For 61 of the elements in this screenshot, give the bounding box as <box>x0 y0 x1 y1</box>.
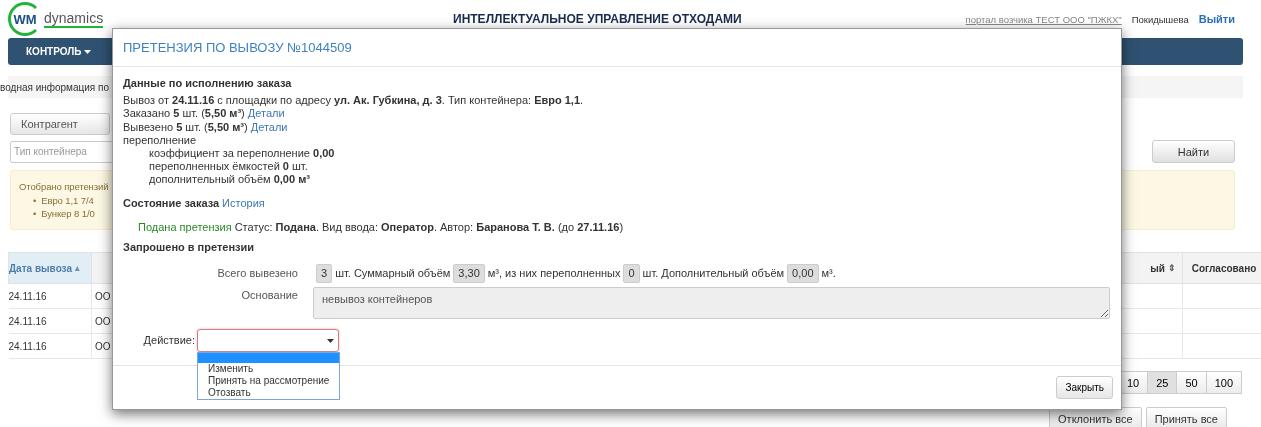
field-label: Всего вывезено <box>216 267 299 281</box>
dropdown-option[interactable]: Изменить <box>198 363 339 376</box>
page-size-button[interactable]: 50 <box>1176 371 1207 394</box>
nav-menu[interactable]: КОНТРОЛЬ <box>26 46 92 57</box>
close-button[interactable]: Закрыть <box>1056 376 1113 399</box>
dropdown-option[interactable]: Принять на рассмотрение <box>198 375 339 388</box>
container-type-field[interactable]: Тип контейнера <box>10 140 114 163</box>
field-text: м³, из них переполненных <box>487 267 621 281</box>
field-text: м³. <box>821 267 836 281</box>
portal-link[interactable]: портал возчика ТЕСТ ООО "ПЖКХ" <box>965 13 1122 25</box>
bullet: • <box>33 194 37 207</box>
alert-text: Отобрано претензий <box>19 180 109 193</box>
details-link[interactable]: Детали <box>247 107 285 121</box>
alert-item: Евро 1,1 7/4 <box>41 194 94 207</box>
status-label: Подана претензия <box>138 220 232 235</box>
bullet: • <box>33 207 37 220</box>
info-text: переполнение <box>123 133 197 147</box>
info-text: коэффициент за переполнение 0,00 <box>149 147 335 161</box>
caret-icon <box>327 338 334 343</box>
field-label: Действие: <box>142 334 196 348</box>
section-heading: Данные по исполнению заказа <box>123 77 293 91</box>
logout-link[interactable]: Выйти <box>1198 13 1235 25</box>
value-field: 0,00 <box>787 264 819 284</box>
value-field: 3 <box>316 264 333 284</box>
search-button[interactable]: Найти <box>1152 140 1235 163</box>
section-heading: Состояние заказа <box>123 196 220 210</box>
info-text: Заказано 5 шт. (5,50 м³) <box>123 107 245 121</box>
blank-option[interactable] <box>198 353 339 364</box>
table-cell: 24.11.16 <box>8 283 92 309</box>
value-field: 0 <box>623 264 640 284</box>
page-size-button[interactable]: 100 <box>1205 371 1242 394</box>
column-header[interactable]: Согласовано <box>1182 252 1261 284</box>
user-name: Покидышева <box>1131 13 1189 25</box>
info-text: Вывезено 5 шт. (5,50 м³) <box>123 120 248 134</box>
field-label: Основание <box>240 288 299 303</box>
sort-icon: ⇕ <box>1168 263 1176 273</box>
alert-item: Бункер 8 1/0 <box>41 207 95 220</box>
page-size-button[interactable]: 25 <box>1147 371 1178 394</box>
column-header[interactable]: Дата вывоза ▴ <box>8 252 92 284</box>
value-field: 3,30 <box>453 264 485 284</box>
info-text: дополнительный объём 0,00 м³ <box>149 173 310 187</box>
accept-all-button[interactable]: Принять все <box>1145 407 1227 427</box>
reason-field[interactable]: невывоз контейнеров <box>313 287 1110 320</box>
field-text: шт. Дополнительный объём <box>642 267 785 281</box>
info-text: Вывоз от 24.11.16 с площадки по адресу ул. Ак. Губкина, д. 3. Тип контейнера: Евро 1,1. <box>123 94 584 108</box>
logo-text: dynamics <box>44 10 104 28</box>
details-link[interactable]: Детали <box>250 120 288 134</box>
table-cell: 24.11.16 <box>8 308 92 334</box>
dialog-title: ПРЕТЕНЗИЯ ПО ВЫВОЗУ №1044509 <box>123 40 352 55</box>
table-cell: 24.11.16 <box>8 333 92 359</box>
sort-icon: ▴ <box>75 263 80 273</box>
section-heading: Запрошено в претензии <box>123 241 256 255</box>
info-text: переполненных ёмкостей 0 шт. <box>149 160 308 174</box>
contractor-dropdown[interactable]: Контрагент <box>10 113 110 135</box>
app-title: ИНТЕЛЛЕКТУАЛЬНОЕ УПРАВЛЕНИЕ ОТХОДАМИ <box>453 12 742 26</box>
field-text: шт. Суммарный объём <box>335 267 451 281</box>
dropdown-option[interactable]: Отозвать <box>198 387 339 400</box>
action-select[interactable] <box>197 329 339 353</box>
breadcrumb-text: водная информация по <box>0 81 110 93</box>
history-link[interactable]: История <box>222 196 265 210</box>
status-text: Статус: Подана. Вид ввода: Оператор. Автор: Баранова Т. В. (до 27.11.16) <box>234 220 624 235</box>
